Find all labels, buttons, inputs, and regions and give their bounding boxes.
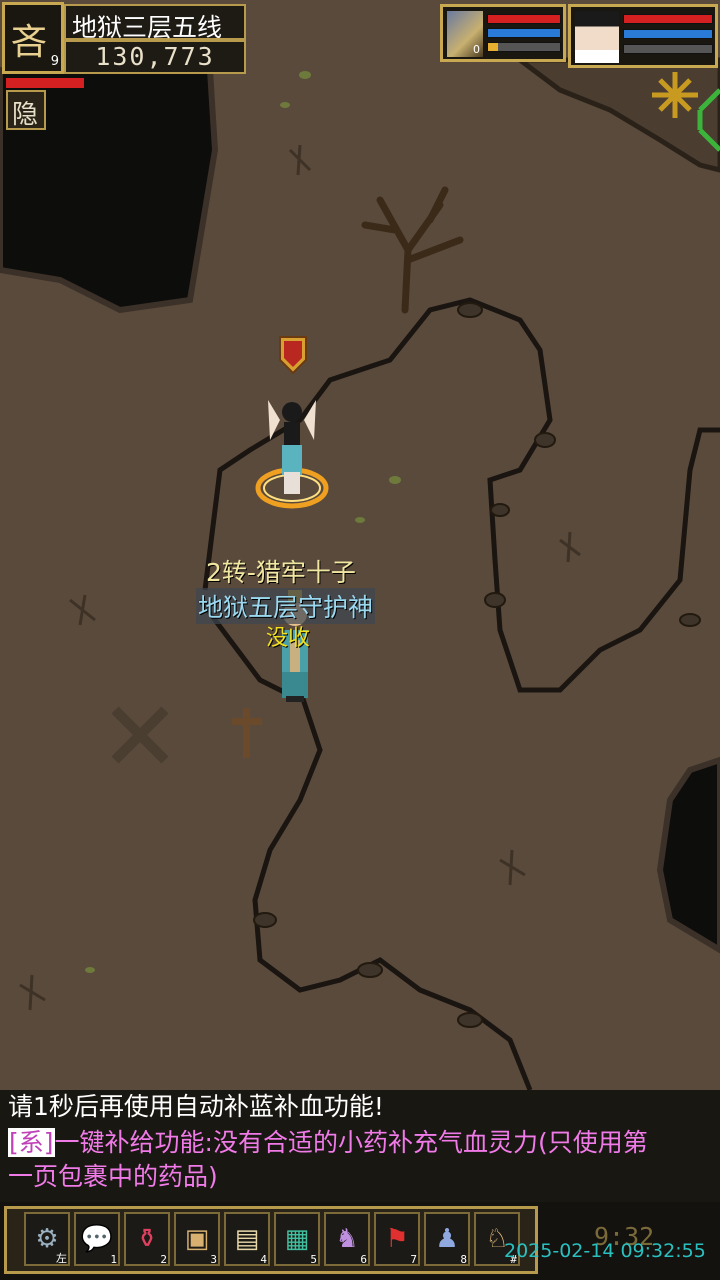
npc-name[interactable]: 地狱五层守护神 bbox=[196, 588, 376, 624]
chat-line-1: 请1秒后再使用自动补蓝补血功能! bbox=[8, 1092, 384, 1121]
character-hp-bar bbox=[623, 14, 713, 24]
pet-icon: ♞ bbox=[335, 1224, 359, 1254]
character-mp-bar bbox=[623, 29, 713, 39]
bag-icon: ▣ bbox=[184, 1224, 210, 1254]
level-portrait[interactable]: 吝 9 bbox=[2, 2, 64, 74]
hotbar-slot-2[interactable]: ⚱ 2 bbox=[124, 1212, 170, 1266]
hide-toggle-label: 隐 bbox=[12, 100, 39, 130]
hide-toggle-button[interactable]: 隐 bbox=[6, 90, 46, 130]
scroll-icon: ▤ bbox=[234, 1224, 260, 1254]
player-hp-strip bbox=[6, 78, 84, 88]
flag-icon: ⚑ bbox=[385, 1224, 409, 1254]
money-amount: 130,773 bbox=[95, 42, 215, 71]
money-panel: 130,773 bbox=[64, 40, 246, 74]
potion-icon: ⚱ bbox=[136, 1224, 158, 1254]
hotbar-slot-1[interactable]: 💬 1 bbox=[74, 1212, 120, 1266]
team-icon: ♟ bbox=[435, 1224, 459, 1254]
game-map[interactable] bbox=[0, 0, 720, 1090]
player-title: 2转-猎牢十子 bbox=[206, 558, 356, 587]
hotbar-slot-0[interactable]: ⚙ 左 bbox=[24, 1212, 70, 1266]
level-badge: 9 bbox=[50, 54, 59, 69]
chat-line-3: 一页包裹中的药品) bbox=[8, 1162, 218, 1191]
character-status-panel[interactable] bbox=[568, 4, 718, 68]
hotbar-slot-7[interactable]: ⚑ 7 bbox=[374, 1212, 420, 1266]
hotbar-slot-3[interactable]: ▣ 3 bbox=[174, 1212, 220, 1266]
pet-mp-bar bbox=[487, 28, 561, 38]
pet-exp-bar bbox=[487, 42, 561, 52]
character-exp-bar bbox=[623, 44, 713, 54]
chat-line-2: [系]一键补给功能:没有合适的小药补充气血灵力(只使用第 bbox=[8, 1126, 648, 1160]
system-tag: [系] bbox=[8, 1128, 55, 1157]
map-name-panel[interactable]: 地狱三层五线 bbox=[64, 4, 246, 42]
pet-level: 0 bbox=[473, 43, 480, 56]
pet-status-panel[interactable]: 0 bbox=[440, 4, 566, 62]
book-icon: ▦ bbox=[284, 1224, 310, 1254]
hotbar-slot-6[interactable]: ♞ 6 bbox=[324, 1212, 370, 1266]
hotbar-slot-8[interactable]: ♟ 8 bbox=[424, 1212, 470, 1266]
hotbar-slot-5[interactable]: ▦ 5 bbox=[274, 1212, 320, 1266]
chat-line-2-text: 一键补给功能:没有合适的小药补充气血灵力(只使用第 bbox=[54, 1128, 648, 1157]
chat-panel: 请1秒后再使用自动补蓝补血功能! [系]一键补给功能:没有合适的小药补充气血灵力… bbox=[0, 1090, 720, 1202]
level-glyph: 吝 bbox=[11, 22, 48, 63]
pet-hp-bar bbox=[487, 14, 561, 24]
character-portrait bbox=[575, 11, 619, 63]
screenshot-timestamp: 2025-02-14 09:32:55 bbox=[504, 1240, 706, 1262]
npc-sub-label: 没收 bbox=[266, 626, 311, 651]
chat-bubble-icon: 💬 bbox=[80, 1224, 114, 1254]
hotbar-slot-4[interactable]: ▤ 4 bbox=[224, 1212, 270, 1266]
map-name: 地狱三层五线 bbox=[72, 13, 223, 42]
